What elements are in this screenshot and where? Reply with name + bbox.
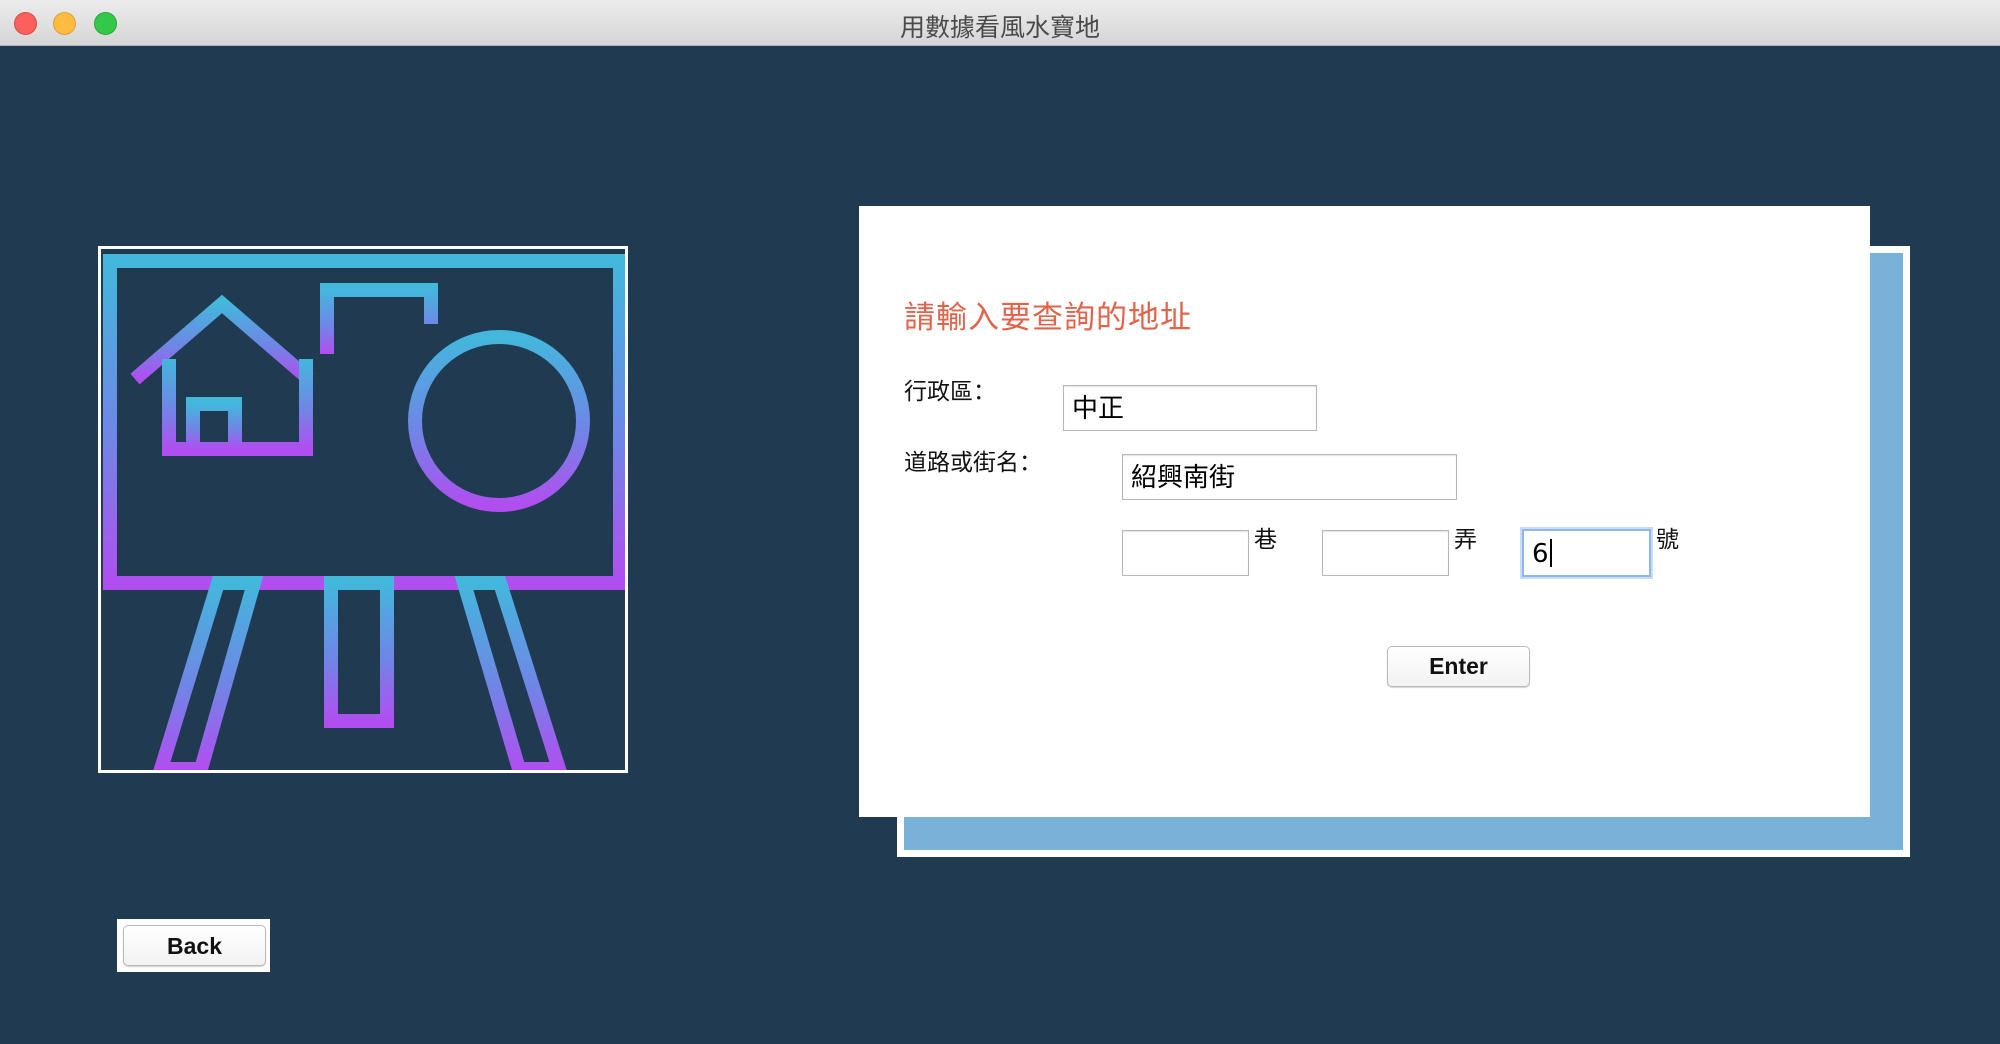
bar-chart-icon [320, 283, 438, 373]
presentation-board-icon [103, 254, 625, 770]
number-unit-label: 號 [1656, 527, 1679, 553]
lane-unit-label: 巷 [1254, 527, 1277, 553]
address-form-card: 請輸入要查詢的地址 行政區： 中正 道路或街名： 紹興南街 巷 弄 6 號 En… [859, 206, 1870, 817]
house-icon [130, 294, 314, 456]
number-input[interactable]: 6 [1522, 529, 1651, 577]
window-titlebar: 用數據看風水寶地 [0, 0, 2000, 46]
district-label: 行政區： [904, 379, 996, 405]
back-button-frame: Back [117, 919, 270, 972]
pie-chart-icon [408, 330, 590, 512]
number-input-value: 6 [1532, 539, 1549, 569]
road-input-value: 紹興南街 [1131, 463, 1236, 493]
illustration-panel [98, 246, 628, 773]
road-input[interactable]: 紹興南街 [1122, 454, 1457, 500]
road-label: 道路或街名： [904, 450, 1042, 476]
form-heading: 請輸入要查詢的地址 [904, 300, 1192, 336]
lane-input[interactable] [1122, 530, 1249, 576]
alley-unit-label: 弄 [1454, 527, 1477, 553]
district-input-value: 中正 [1072, 394, 1125, 424]
enter-button[interactable]: Enter [1387, 646, 1530, 687]
back-button[interactable]: Back [123, 925, 266, 966]
text-caret [1549, 539, 1552, 567]
alley-input[interactable] [1322, 530, 1449, 576]
window-title: 用數據看風水寶地 [899, 13, 1100, 42]
district-input[interactable]: 中正 [1063, 385, 1317, 431]
